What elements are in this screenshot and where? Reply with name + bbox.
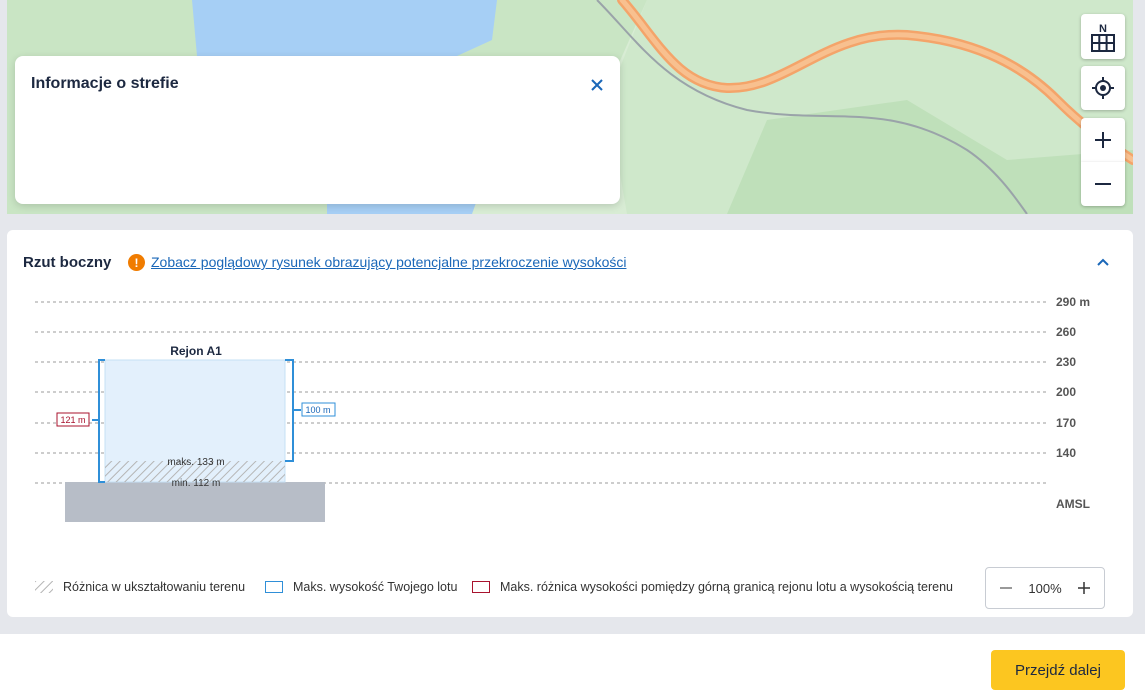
warning-icon: ! xyxy=(128,254,145,271)
max-flight-value: 100 m xyxy=(305,405,330,415)
zone-info-panel: Informacje o strefie xyxy=(15,56,620,204)
height-warning-link[interactable]: Zobacz poglądowy rysunek obrazujący pote… xyxy=(151,254,626,270)
zoom-minus-button[interactable] xyxy=(998,580,1014,596)
blue-swatch xyxy=(265,581,283,593)
min-terrain-label: min. 112 m xyxy=(172,478,221,489)
red-swatch xyxy=(472,581,490,593)
close-button[interactable] xyxy=(588,76,606,94)
max-terrain-label: maks. 133 m xyxy=(167,457,224,468)
legend-max-diff-label: Maks. różnica wysokości pomiędzy górną g… xyxy=(500,580,953,594)
hatch-swatch xyxy=(35,581,53,593)
legend-terrain-diff-label: Różnica w ukształtowaniu terenu xyxy=(63,580,246,594)
minus-icon xyxy=(1095,183,1111,185)
crosshair-icon xyxy=(1092,77,1114,99)
zoom-control: 100% xyxy=(985,567,1105,609)
zone-info-title: Informacje o strefie xyxy=(31,75,179,92)
next-button[interactable]: Przejdź dalej xyxy=(991,650,1125,690)
chevron-up-icon xyxy=(1097,258,1109,266)
north-label: N xyxy=(1099,23,1107,35)
grid-layers-icon: N xyxy=(1091,23,1115,52)
footer-bar xyxy=(0,634,1145,697)
zoom-out-button[interactable] xyxy=(1081,162,1125,206)
legend-max-flight: Maks. wysokość Twojego lotu xyxy=(265,580,457,594)
plus-icon xyxy=(1078,582,1090,594)
side-view-chart: 290 m 260 230 200 170 140 AMSL Rejon A1 … xyxy=(35,295,1090,522)
axis-label: 140 xyxy=(1056,446,1076,460)
side-view-title: Rzut boczny xyxy=(23,254,112,271)
legend-terrain-diff: Różnica w ukształtowaniu terenu xyxy=(35,580,245,594)
close-icon xyxy=(591,79,603,91)
collapse-button[interactable] xyxy=(1093,252,1113,272)
region-label: Rejon A1 xyxy=(170,344,222,358)
left-bracket xyxy=(98,359,105,483)
axis-label: 290 m xyxy=(1056,295,1090,309)
axis-label: 260 xyxy=(1056,325,1076,339)
layers-button[interactable]: N xyxy=(1081,14,1125,59)
right-bracket xyxy=(285,359,294,462)
side-view-card: Rzut boczny ! Zobacz poglądowy rysunek o… xyxy=(7,230,1133,617)
minus-icon xyxy=(1000,587,1012,589)
locate-button[interactable] xyxy=(1081,66,1125,110)
zoom-plus-button[interactable] xyxy=(1076,580,1092,596)
axis-label: 170 xyxy=(1056,416,1076,430)
axis-label: 230 xyxy=(1056,355,1076,369)
plus-icon xyxy=(1095,132,1111,148)
axis-label: AMSL xyxy=(1056,497,1090,511)
legend-max-flight-label: Maks. wysokość Twojego lotu xyxy=(293,580,458,594)
zoom-value: 100% xyxy=(1028,580,1062,596)
axis-label: 200 xyxy=(1056,385,1076,399)
max-diff-value: 121 m xyxy=(60,415,85,425)
zoom-in-button[interactable] xyxy=(1081,118,1125,162)
legend-max-diff: Maks. różnica wysokości pomiędzy górną g… xyxy=(472,580,953,594)
